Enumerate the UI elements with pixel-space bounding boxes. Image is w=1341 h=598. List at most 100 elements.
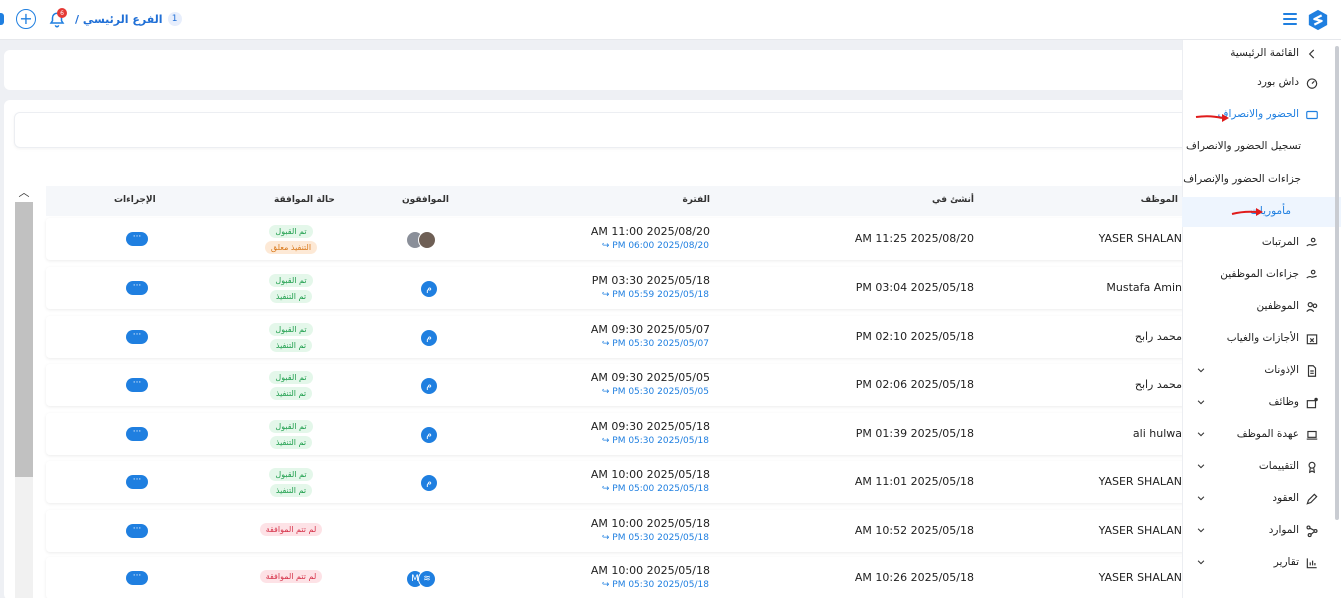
actions-button[interactable]: ··· [126,281,148,295]
sidebar-item[interactable]: داش بورد [1182,68,1341,98]
table-row[interactable]: YASER SHALAN AM 11:25 2025/08/20 AM 11:00 … [46,218,1186,260]
sidebar-item-label: الموظفين [1256,300,1299,312]
created-at: PM 02:06 2025/05/18 [855,378,974,391]
sidebar-item-label: التقييمات [1258,460,1299,472]
sidebar-item-label: القائمة الرئيسية [1230,47,1299,59]
sidebar-item[interactable]: جزاءات الحضور والإنصراف [1182,165,1341,195]
avatar[interactable]: م [420,329,438,347]
avatar[interactable]: م [420,280,438,298]
status-badge: تم التنفيذ [269,436,313,449]
sidebar-item-label: المرتبات [1261,236,1299,248]
approvers-group: م [406,426,442,444]
share-icon [1306,525,1318,538]
status-badge: لم تتم الموافقة [259,523,323,536]
branch-breadcrumb[interactable]: 1 الفرع الرئيسي / [75,12,182,26]
chevron-down-icon[interactable] [1196,365,1206,375]
period-end: PM 05:00 2025/05/18 ↪ [601,484,709,494]
app-logo-icon [1308,9,1328,31]
employee-name: Mustafa Amin [1106,281,1182,294]
money-hand-icon [1306,269,1317,279]
avatar-logo-icon[interactable]: ≋ [418,570,436,588]
users-icon [1306,302,1318,313]
sidebar-item[interactable]: الموظفين [1182,292,1341,322]
sidebar-item[interactable]: تسجيل الحضور والانصراف [1182,132,1341,162]
table-row[interactable]: YASER SHALAN AM 11:01 2025/05/18 AM 10:00 … [46,461,1186,503]
period-start: AM 09:30 2025/05/07 [590,323,710,336]
add-button[interactable]: + [16,9,36,29]
laptop-icon [1306,430,1318,440]
sidebar-item-label: العقود [1272,492,1299,504]
briefcase-icon [1306,397,1318,409]
sidebar-item[interactable]: القائمة الرئيسية [1182,39,1341,69]
table-row[interactable]: محمد رابح PM 02:06 2025/05/18 AM 09:30 202… [46,364,1186,406]
sidebar-item[interactable]: الموارد [1182,516,1341,546]
sidebar-item[interactable]: جزاءات الموظفين [1182,260,1341,290]
actions-button[interactable]: ··· [126,427,148,441]
branch-name: الفرع الرئيسي / [75,12,163,26]
period-end: PM 05:30 2025/05/07 ↪ [601,339,709,349]
period-start: AM 10:00 2025/05/18 [590,468,710,481]
approval-status: لم تتم الموافقة [246,570,336,583]
table-row[interactable]: ali hulwa PM 01:39 2025/05/18 AM 09:30 202… [46,413,1186,455]
employee-name: YASER SHALAN [1098,475,1182,488]
status-badge: تم التنفيذ [269,484,313,497]
scroll-up-icon[interactable]: ︿ [17,186,31,200]
calendar-x-icon [1306,334,1318,345]
column-employee: الموظف [1140,195,1178,205]
filter-panel [4,50,1194,90]
ticket-icon [1306,110,1318,120]
created-at: AM 11:25 2025/08/20 [854,232,974,245]
employee-name: ali hulwa [1132,427,1182,440]
sidebar-item-label: الموارد [1268,524,1299,536]
sidebar-item[interactable]: تقارير [1182,548,1341,578]
actions-button[interactable]: ··· [126,571,148,585]
chevron-down-icon[interactable] [1196,461,1206,471]
approvers-group: م [406,329,442,347]
employee-name: YASER SHALAN [1098,232,1182,245]
chevron-down-icon[interactable] [1196,397,1206,407]
chevron-down-icon[interactable] [1196,557,1206,567]
period-end: PM 05:30 2025/05/18 ↪ [601,580,709,590]
period-start: AM 09:30 2025/05/05 [590,371,710,384]
actions-button[interactable]: ··· [126,524,148,538]
period-end: PM 05:30 2025/05/18 ↪ [601,533,709,543]
chevron-down-icon[interactable] [1196,525,1206,535]
actions-button[interactable]: ··· [126,475,148,489]
sidebar-item[interactable]: العقود [1182,484,1341,514]
sidebar-item[interactable]: الأجازات والغياب [1182,324,1341,354]
avatar[interactable] [418,231,436,249]
avatar[interactable]: م [420,426,438,444]
pen-icon [1306,493,1318,505]
table-row[interactable]: YASER SHALAN AM 10:52 2025/05/18 AM 10:00 … [46,510,1186,552]
employee-name: YASER SHALAN [1098,571,1182,584]
vertical-scrollbar-thumb[interactable] [15,202,33,477]
chevron-left-icon [1308,49,1315,59]
actions-button[interactable]: ··· [126,378,148,392]
avatar[interactable]: م [420,377,438,395]
sidebar-item-label: عهدة الموظف [1236,428,1299,440]
approval-status: تم القبول تم التنفيذ [246,371,336,400]
actions-button[interactable]: ··· [126,330,148,344]
table-row[interactable]: YASER SHALAN AM 10:26 2025/05/18 AM 10:00 … [46,557,1186,598]
table-row[interactable]: محمد رابح PM 02:10 2025/05/18 AM 09:30 202… [46,316,1186,358]
column-created-at: أنشئ في [931,195,974,205]
sidebar-item-label: تقارير [1273,556,1299,568]
table-row[interactable]: Mustafa Amin PM 03:04 2025/05/18 PM 03:30 … [46,267,1186,309]
sidebar-item[interactable]: التقييمات [1182,452,1341,482]
sidebar-item[interactable]: وظائف [1182,388,1341,418]
chevron-down-icon[interactable] [1196,493,1206,503]
menu-icon[interactable] [1283,13,1297,25]
sidebar-item[interactable]: عهدة الموظف [1182,420,1341,450]
actions-button[interactable]: ··· [126,232,148,246]
column-actions: الإجراءات [114,195,156,205]
created-at: AM 10:52 2025/05/18 [854,524,974,537]
status-badge: تم التنفيذ [269,387,313,400]
period-end: PM 06:00 2025/08/20 ↪ [601,241,709,251]
sidebar-scrollbar[interactable] [1335,46,1339,520]
avatar[interactable]: م [420,474,438,492]
sidebar-item[interactable]: الإذونات [1182,356,1341,386]
status-badge: تم القبول [269,274,313,287]
chevron-down-icon[interactable] [1196,429,1206,439]
sidebar-item[interactable]: المرتبات [1182,228,1341,258]
period-start: AM 10:00 2025/05/18 [590,564,710,577]
